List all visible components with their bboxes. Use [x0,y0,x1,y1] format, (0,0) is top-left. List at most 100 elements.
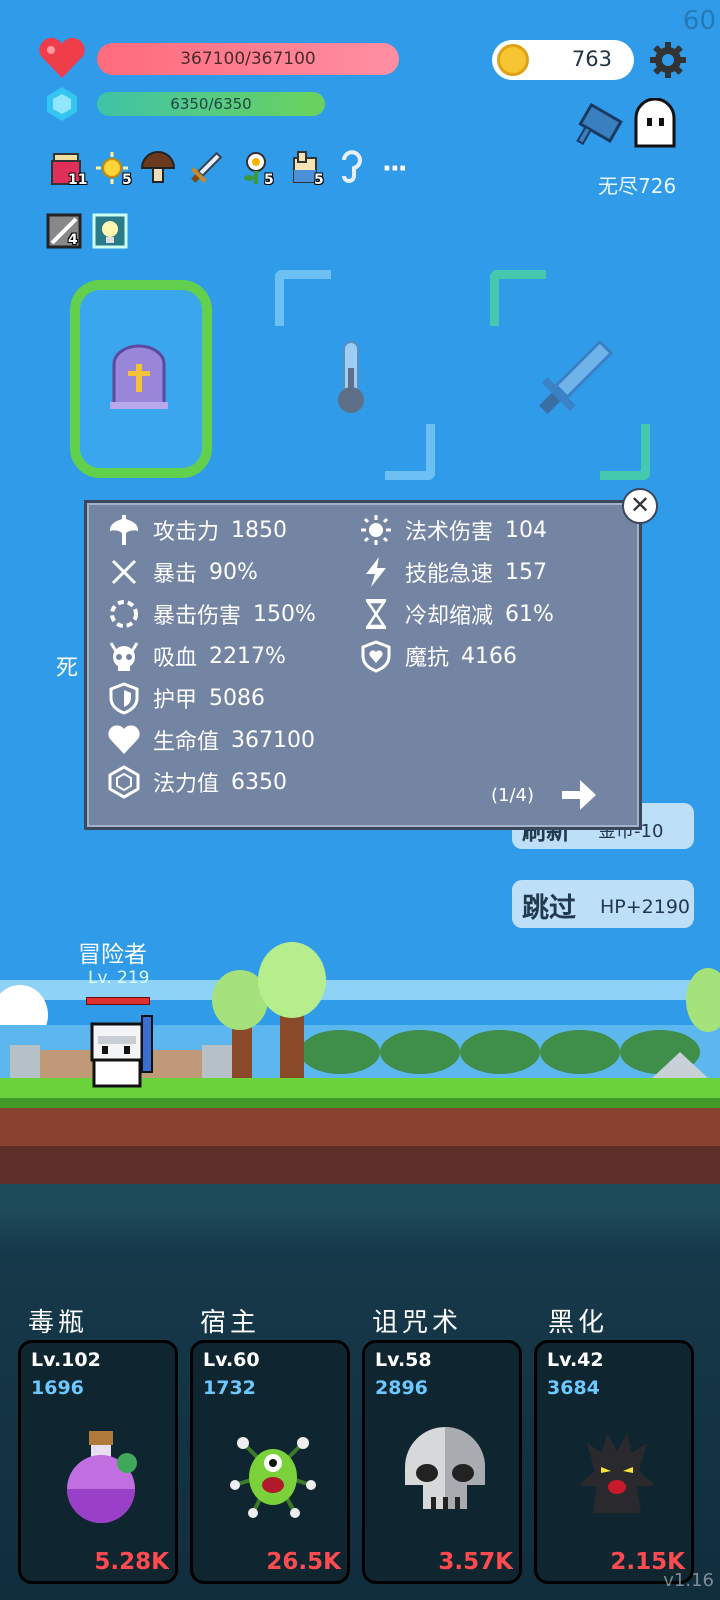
tombstone-icon[interactable] [106,344,172,410]
thermometer-icon[interactable] [332,338,372,418]
stat-row: 法力值 6350 [107,765,287,799]
skill-card-curse[interactable]: Lv.58 2896 3.57K [362,1340,522,1584]
skill-title: 毒瓶 [28,1308,89,1338]
hook-icon[interactable] [334,150,370,186]
skill-level: Lv.60 [203,1349,260,1371]
stat-row: 生命值 367100 [107,723,315,757]
crit-ring-icon [110,600,138,628]
heart-icon [108,725,140,754]
buff-count: 5 [264,172,274,188]
hourglass-icon [365,599,387,629]
buff-count: 11 [68,172,88,188]
skill-title: 黑化 [548,1308,609,1338]
stat-value: 90% [209,559,258,585]
stat-row: 攻击力 1850 [107,513,287,547]
gear-icon[interactable] [648,40,688,80]
stat-label: 法术伤害 [405,520,494,545]
hp-bar: 367100/367100 [97,43,399,75]
stat-label: 暴击伤害 [153,604,242,629]
knight-icon[interactable] [84,1014,164,1094]
mp-text: 6350/6350 [170,95,252,113]
stat-row: 暴击伤害 150% [107,597,316,631]
death-label: 死 [56,656,79,681]
skill-damage: 3.57K [438,1549,513,1575]
buff-count: 5 [122,172,132,188]
skill-power: 1696 [31,1377,84,1399]
axe-icon [109,515,139,545]
skill-power: 1732 [203,1377,256,1399]
stat-row: 吸血 2217% [107,639,286,673]
stat-value: 104 [505,517,548,543]
stat-row: 暴击 90% [107,555,258,589]
close-button[interactable]: ✕ [622,488,658,524]
stat-value: 150% [253,601,316,627]
skip-button[interactable]: 跳过 HP+2190 [512,880,694,928]
sword-icon[interactable] [188,150,224,186]
skill-power: 3684 [547,1377,600,1399]
coin-icon [497,44,529,76]
page-indicator: (1/4) [491,785,535,806]
skull-horn-icon [109,642,139,671]
skip-reward: HP+2190 [600,896,691,918]
skill-level: Lv.42 [547,1349,604,1371]
skill-card-host[interactable]: Lv.60 1732 26.5K [190,1340,350,1584]
heart-icon [39,37,85,78]
skill-damage: 26.5K [266,1549,341,1575]
stat-value: 367100 [231,727,315,753]
stat-value: 4166 [461,643,518,669]
stat-value: 1850 [231,517,288,543]
skill-title: 宿主 [200,1308,261,1338]
mushroom-icon[interactable] [140,150,176,186]
hp-text: 367100/367100 [180,49,316,69]
stat-value: 2217% [209,643,286,669]
hero-name: 冒险者 [78,942,147,968]
more-icon[interactable]: ··· [382,154,408,184]
stat-label: 攻击力 [153,520,220,545]
shield-icon [109,682,139,715]
fps-counter: 60 [682,6,716,36]
skull-icon [405,1427,485,1509]
dark-tree-icon [579,1433,655,1513]
stat-row: 法术伤害 104 [359,513,547,547]
blue-sword-icon[interactable] [525,332,621,428]
skill-level: Lv.58 [375,1349,432,1371]
skill-card-darken[interactable]: Lv.42 3684 2.15K [534,1340,694,1584]
stat-label: 法力值 [153,772,220,797]
lightbulb-icon[interactable] [92,213,128,249]
stat-label: 暴击 [153,562,198,587]
version-label: v1.16 [663,1570,714,1591]
stat-label: 技能急速 [405,562,494,587]
stat-value: 61% [505,601,554,627]
stat-label: 冷却缩减 [405,604,494,629]
stat-value: 6350 [231,769,288,795]
endless-level-label: 无尽726 [598,174,677,198]
stats-panel: 攻击力 1850 暴击 90% 暴击伤害 150% 吸血 2217% 护甲 5086 生命… [84,500,642,830]
sun-icon [361,515,391,545]
crystal-icon [47,87,77,121]
cleaver-icon[interactable] [572,98,628,154]
skill-level: Lv.102 [31,1349,101,1371]
poison-bottle-icon [67,1431,137,1523]
buff-count: 5 [314,172,324,188]
ghost-icon[interactable] [630,98,680,150]
skill-damage: 5.28K [94,1549,169,1575]
stat-row: 魔抗 4166 [359,639,517,673]
lightning-icon [366,557,386,587]
stat-label: 护甲 [153,688,198,713]
buff-bar: 11 5 5 5 ··· [48,150,428,196]
stat-row: 护甲 5086 [107,681,265,715]
coin-value: 763 [571,47,612,71]
arrow-right-icon[interactable] [560,778,598,812]
magic-shield-icon [361,640,391,673]
skill-title: 诅咒术 [372,1308,463,1338]
mp-bar: 6350/6350 [97,92,325,116]
skill-card-poison-bottle[interactable]: Lv.102 1696 5.28K [18,1340,178,1584]
crystal-icon [108,765,140,799]
hero-hp-bar [86,997,150,1005]
green-monster-icon [230,1437,316,1518]
stat-label: 魔抗 [405,646,450,671]
hero-level: Lv. 219 [88,968,150,988]
stat-value: 157 [505,559,548,585]
stat-row: 技能急速 157 [359,555,547,589]
buff-count: 4 [68,232,78,248]
